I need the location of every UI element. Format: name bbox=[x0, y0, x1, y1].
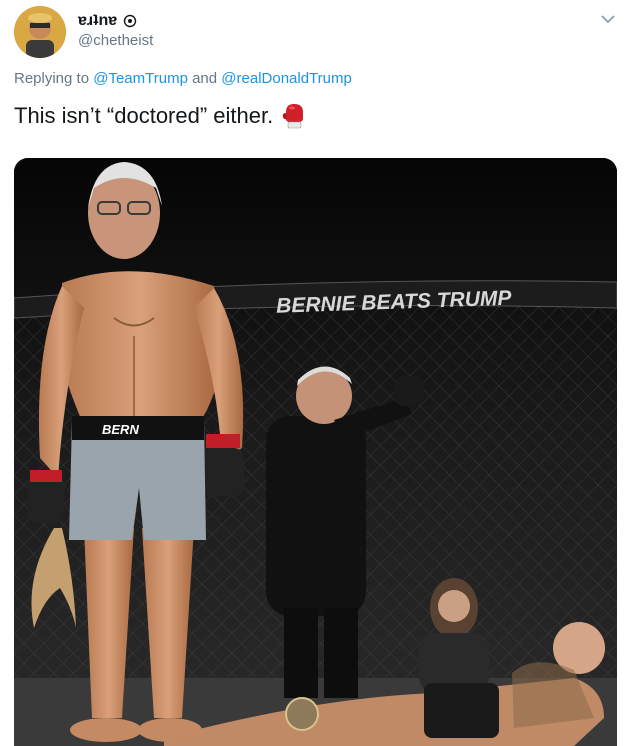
mention-link-realdonaldtrump[interactable]: @realDonaldTrump bbox=[221, 70, 352, 87]
boxing-glove-icon bbox=[283, 104, 304, 129]
tweet-media-image[interactable]: BERNIE BEATS TRUMP BERN bbox=[14, 158, 617, 746]
display-name[interactable]: ɐɹʇnɐ bbox=[78, 12, 117, 30]
badge-icon bbox=[123, 14, 137, 28]
meme-photo: BERNIE BEATS TRUMP BERN bbox=[14, 158, 617, 746]
avatar-photo-icon bbox=[14, 6, 66, 58]
reply-conjunction: and bbox=[192, 70, 218, 87]
tweet-text: This isn’t “doctored” either. bbox=[14, 103, 274, 128]
tweet-body: This isn’t “doctored” either. bbox=[14, 102, 307, 130]
author-name-row[interactable]: ɐɹʇnɐ bbox=[78, 10, 137, 32]
author-handle[interactable]: @chetheist bbox=[78, 32, 153, 49]
chevron-down-icon[interactable] bbox=[599, 12, 617, 26]
avatar[interactable] bbox=[14, 6, 66, 58]
reply-context: Replying to @TeamTrump and @realDonaldTr… bbox=[14, 70, 352, 87]
shorts-label: BERN bbox=[102, 422, 139, 437]
mention-link-teamtrump[interactable]: @TeamTrump bbox=[93, 70, 188, 87]
reply-prefix: Replying to bbox=[14, 70, 90, 87]
tweet-card[interactable]: ɐɹʇnɐ @chetheist Replying to @TeamTrump … bbox=[0, 0, 631, 746]
